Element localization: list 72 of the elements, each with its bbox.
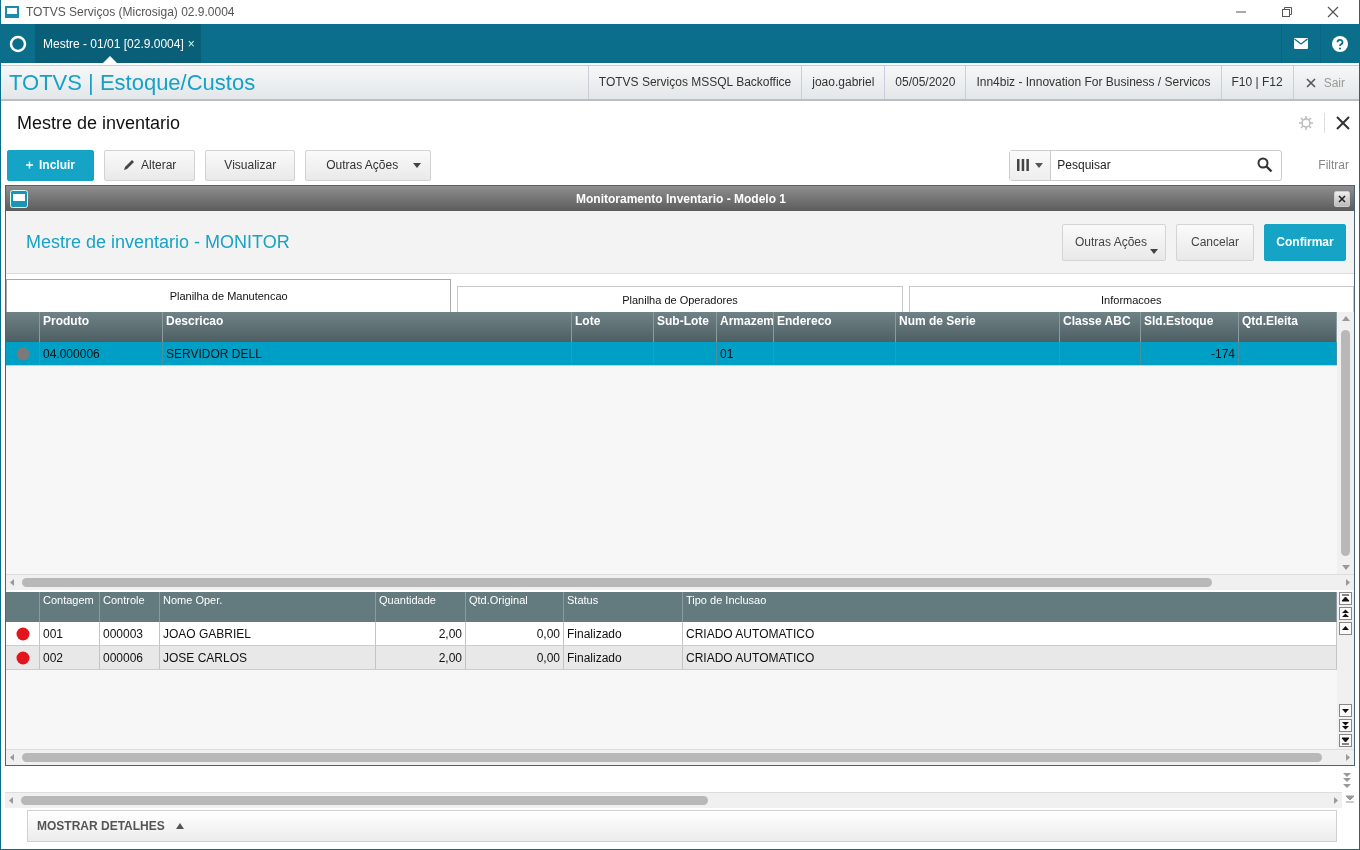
mail-icon[interactable] xyxy=(1294,38,1308,49)
table-cell: 2,00 xyxy=(376,646,466,669)
table-cell: 000006 xyxy=(100,646,160,669)
more-actions-button[interactable]: Outras Ações xyxy=(1061,223,1166,261)
columns-icon[interactable] xyxy=(1016,158,1031,172)
last-icon[interactable] xyxy=(1339,734,1352,749)
header-info: Inn4biz - Innovation For Business / Servicos xyxy=(965,66,1221,99)
header-info: joao.gabriel xyxy=(801,66,885,99)
table-row[interactable]: 04.000006 SERVIDOR DELL 01 -174 xyxy=(6,342,1337,366)
table-cell: 2,00 xyxy=(376,622,466,645)
more-actions-button[interactable]: Outras Ações xyxy=(305,149,432,181)
confirm-button[interactable]: Confirmar xyxy=(1264,223,1346,261)
tab[interactable]: Informacoes xyxy=(908,286,1354,312)
app-icon xyxy=(4,4,20,20)
header-info: TOTVS Serviços MSSQL Backoffice xyxy=(587,66,802,99)
tab-close[interactable]: × xyxy=(187,36,195,51)
dialog-heading: Mestre de inventario - MONITOR xyxy=(26,231,291,253)
table-cell: 04.000006 xyxy=(40,342,163,365)
close-button[interactable] xyxy=(1334,190,1350,207)
app-title: TOTVS | Estoque/Custos xyxy=(8,69,257,96)
page-down-icon[interactable] xyxy=(1339,719,1352,734)
tab[interactable]: Planilha de Operadores xyxy=(457,286,903,312)
close-icon[interactable] xyxy=(1335,115,1351,131)
close-icon[interactable] xyxy=(1325,4,1341,20)
caret-icon xyxy=(1149,246,1161,256)
caret-icon xyxy=(174,822,185,830)
scroll-up-icon[interactable] xyxy=(1339,622,1352,637)
header-info: 05/05/2020 xyxy=(884,66,966,99)
vertical-scrollbar[interactable] xyxy=(1337,592,1354,749)
table-row[interactable]: 002 000006 JOSE CARLOS 2,00 0,00 Finalizado CRIADO AUTOMATICO xyxy=(6,646,1337,670)
view-button[interactable]: Visualizar xyxy=(205,149,296,181)
edit-button[interactable]: Alterar xyxy=(104,149,196,181)
exit-button[interactable]: Sair xyxy=(1292,66,1359,99)
table-cell: 0,00 xyxy=(466,646,564,669)
table-cell: SERVIDOR DELL xyxy=(163,342,572,365)
tab[interactable]: Planilha de Manutencao xyxy=(6,279,452,312)
table-cell: 0,00 xyxy=(466,622,564,645)
details-toggle[interactable]: MOSTRAR DETALHES xyxy=(27,810,1337,842)
close-icon xyxy=(1338,194,1346,203)
search-bar[interactable]: Pesquisar xyxy=(1009,149,1283,181)
plus-icon xyxy=(26,160,33,170)
include-button[interactable]: Incluir xyxy=(7,149,94,181)
table-row[interactable]: 001 000003 JOAO GABRIEL 2,00 0,00 Finalizado CRIADO AUTOMATICO xyxy=(6,622,1337,646)
scroll-down-icon[interactable] xyxy=(1339,704,1352,719)
app-tab[interactable]: Mestre - 01/01 [02.9.0004] × xyxy=(35,24,201,63)
table-cell: Finalizado xyxy=(564,646,683,669)
header-info: F10 | F12 xyxy=(1220,66,1293,99)
table-cell: JOAO GABRIEL xyxy=(160,622,376,645)
page-title: Mestre de inventario xyxy=(17,112,182,134)
table-cell: JOSE CARLOS xyxy=(160,646,376,669)
table-cell: -174 xyxy=(1141,342,1239,365)
caret-icon xyxy=(412,160,423,170)
table-cell: Finalizado xyxy=(564,622,683,645)
restore-icon[interactable] xyxy=(1279,4,1295,20)
table-cell: 01 xyxy=(717,342,774,365)
search-field[interactable]: Pesquisar xyxy=(1051,158,1258,172)
search-icon[interactable] xyxy=(1257,157,1274,173)
dialog-title: Monitoramento Inventario - Modelo 1 xyxy=(575,191,787,206)
pencil-icon xyxy=(123,159,135,171)
logo-icon xyxy=(9,34,27,53)
cancel-button[interactable]: Cancelar xyxy=(1176,223,1254,261)
help-icon[interactable] xyxy=(1332,35,1348,52)
table-cell: 000003 xyxy=(100,622,160,645)
filter-link[interactable]: Filtrar xyxy=(1318,158,1349,172)
first-icon[interactable] xyxy=(1339,592,1352,607)
caret-icon[interactable] xyxy=(1034,160,1045,170)
table-cell: 001 xyxy=(40,622,100,645)
dialog-icon xyxy=(10,189,28,208)
table-cell: 002 xyxy=(40,646,100,669)
window-title: TOTVS Serviços (Microsiga) 02.9.0004 xyxy=(26,5,236,19)
page-up-icon[interactable] xyxy=(1339,607,1352,622)
close-icon xyxy=(1305,77,1316,88)
